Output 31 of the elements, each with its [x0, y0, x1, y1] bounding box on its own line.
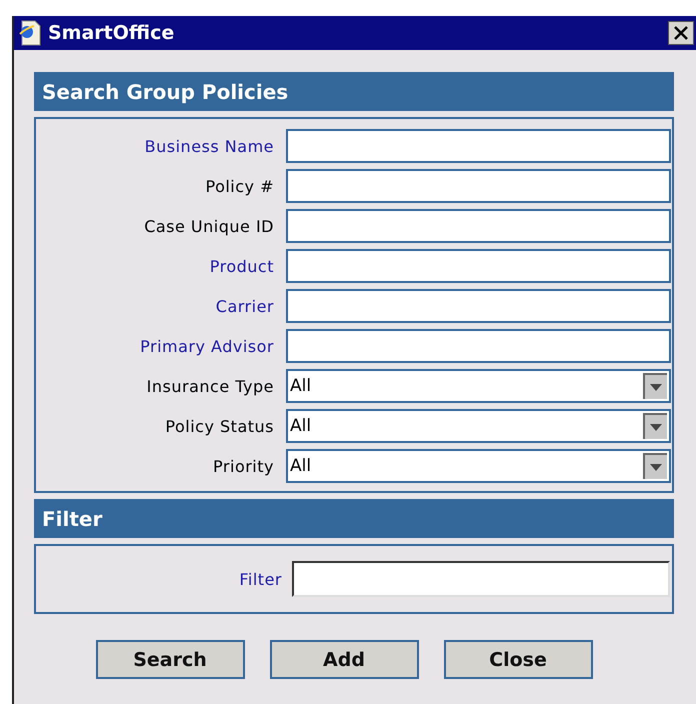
- input-field[interactable]: [286, 169, 671, 203]
- field-label: Policy Status: [164, 416, 274, 436]
- field-label: Filter: [239, 570, 282, 588]
- dropdown-field[interactable]: All: [286, 449, 671, 483]
- field-label: Primary Advisor: [139, 336, 274, 356]
- close-icon[interactable]: [668, 21, 694, 45]
- dropdown-field[interactable]: All: [286, 409, 671, 443]
- section-header: Filter: [34, 499, 674, 538]
- field-label: Case Unique ID: [143, 216, 274, 236]
- section-header: Search Group Policies: [34, 72, 674, 111]
- field-label: Business Name: [144, 136, 274, 156]
- window-title: SmartOffice: [48, 22, 176, 44]
- input-field[interactable]: [286, 129, 671, 163]
- dialog-button[interactable]: Add: [270, 640, 418, 679]
- dialog-button[interactable]: Search: [96, 640, 244, 679]
- browser-page-icon: [18, 20, 42, 46]
- dropdown-value: All: [290, 456, 312, 476]
- input-field[interactable]: [286, 249, 671, 283]
- dropdown-value: All: [290, 376, 312, 396]
- input-field[interactable]: [286, 209, 671, 243]
- filter-input-field[interactable]: [292, 561, 670, 597]
- dropdown-field[interactable]: All: [286, 369, 671, 403]
- dropdown-value: All: [290, 416, 312, 436]
- field-label: Priority: [212, 456, 274, 476]
- dialog-button[interactable]: Close: [444, 640, 592, 679]
- field-label: Insurance Type: [146, 376, 274, 396]
- input-field[interactable]: [286, 329, 671, 363]
- field-label: Policy #: [204, 176, 274, 196]
- input-field[interactable]: [286, 289, 671, 323]
- field-label: Carrier: [214, 296, 274, 316]
- field-label: Product: [208, 256, 274, 276]
